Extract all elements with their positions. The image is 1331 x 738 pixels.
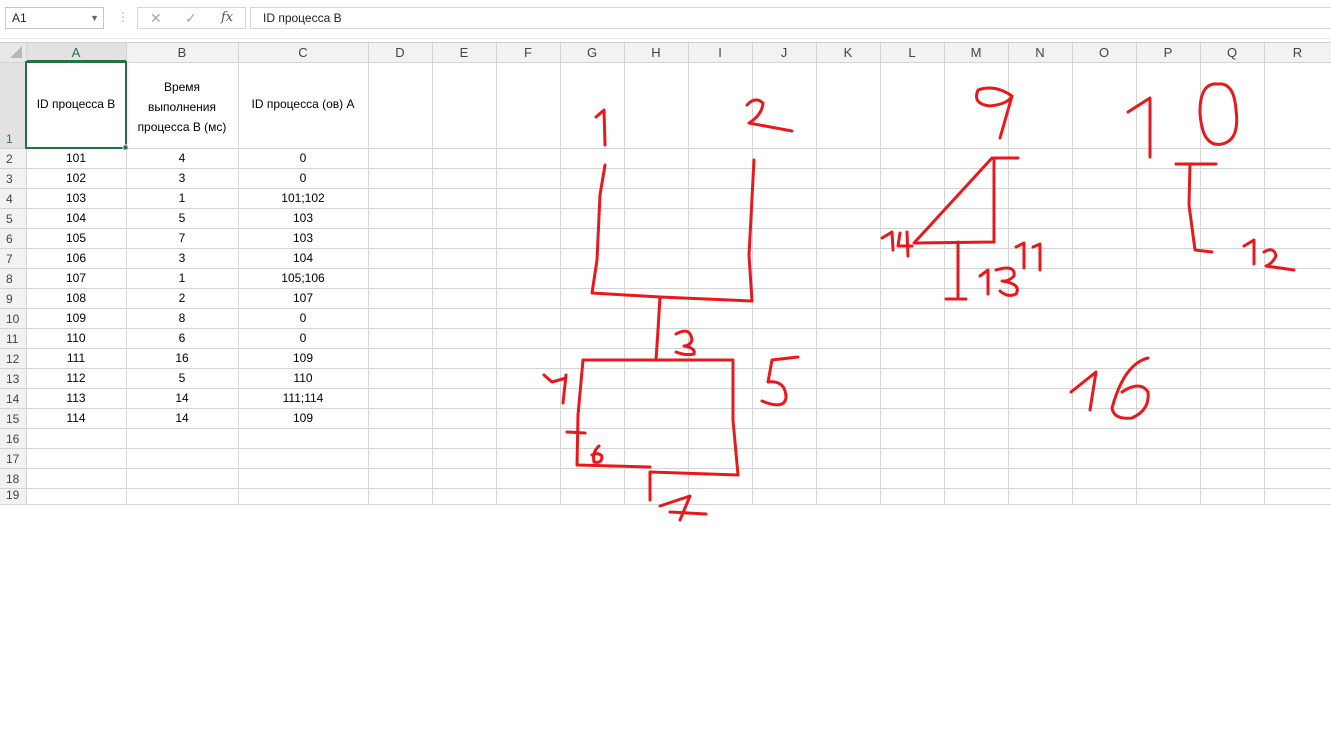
row-header-16[interactable]: 16 (0, 432, 22, 446)
table-cell[interactable]: 110 (238, 371, 368, 385)
row-header-12[interactable]: 12 (0, 352, 22, 366)
column-header-o[interactable]: O (1072, 45, 1136, 60)
column-header-l[interactable]: L (880, 45, 944, 60)
row-header-10[interactable]: 10 (0, 312, 22, 326)
table-cell[interactable]: 112 (26, 371, 126, 385)
table-cell[interactable]: 109 (238, 351, 368, 365)
cell-b1[interactable]: Время выполнения процесса B (мс) (130, 77, 234, 137)
table-cell[interactable]: 106 (26, 251, 126, 265)
column-header-m[interactable]: M (944, 45, 1008, 60)
row-header-17[interactable]: 17 (0, 452, 22, 466)
select-all-corner[interactable] (0, 42, 26, 62)
column-header-a[interactable]: A (26, 45, 126, 60)
table-cell[interactable]: 1 (126, 271, 238, 285)
row-header-3[interactable]: 3 (0, 172, 22, 186)
row-header-4[interactable]: 4 (0, 192, 22, 206)
table-cell[interactable]: 103 (238, 231, 368, 245)
table-cell[interactable]: 0 (238, 311, 368, 325)
row-header-6[interactable]: 6 (0, 232, 22, 246)
column-header-d[interactable]: D (368, 45, 432, 60)
table-cell[interactable]: 1 (126, 191, 238, 205)
cell-c1[interactable]: ID процесса (ов) A (238, 97, 368, 111)
table-cell[interactable]: 14 (126, 411, 238, 425)
column-header-b[interactable]: B (126, 45, 238, 60)
table-cell[interactable]: 105 (26, 231, 126, 245)
table-cell[interactable]: 7 (126, 231, 238, 245)
table-cell[interactable]: 102 (26, 171, 126, 185)
column-header-r[interactable]: R (1264, 45, 1331, 60)
table-cell[interactable]: 0 (238, 331, 368, 345)
row-header-19[interactable]: 19 (0, 488, 22, 502)
row-header-1[interactable]: 1 (0, 132, 22, 146)
table-cell[interactable]: 3 (126, 171, 238, 185)
table-cell[interactable]: 5 (126, 371, 238, 385)
table-cell[interactable]: 107 (238, 291, 368, 305)
row-header-11[interactable]: 11 (0, 332, 22, 346)
table-cell[interactable]: 113 (26, 391, 126, 405)
table-cell[interactable]: 103 (26, 191, 126, 205)
table-cell[interactable]: 108 (26, 291, 126, 305)
column-header-c[interactable]: C (238, 45, 368, 60)
column-header-p[interactable]: P (1136, 45, 1200, 60)
table-cell[interactable]: 6 (126, 331, 238, 345)
row-header-7[interactable]: 7 (0, 252, 22, 266)
table-cell[interactable]: 104 (238, 251, 368, 265)
column-header-h[interactable]: H (624, 45, 688, 60)
column-header-g[interactable]: G (560, 45, 624, 60)
table-cell[interactable]: 103 (238, 211, 368, 225)
column-header-j[interactable]: J (752, 45, 816, 60)
table-cell[interactable]: 2 (126, 291, 238, 305)
table-cell[interactable]: 107 (26, 271, 126, 285)
table-cell[interactable]: 4 (126, 151, 238, 165)
table-cell[interactable]: 114 (26, 411, 126, 425)
column-header-q[interactable]: Q (1200, 45, 1264, 60)
fill-handle[interactable] (122, 144, 129, 151)
table-cell[interactable]: 14 (126, 391, 238, 405)
row-header-9[interactable]: 9 (0, 292, 22, 306)
table-cell[interactable]: 101;102 (238, 191, 368, 205)
cell-a1[interactable]: ID процесса B (26, 97, 126, 111)
table-cell[interactable]: 105;106 (238, 271, 368, 285)
column-header-e[interactable]: E (432, 45, 496, 60)
table-cell[interactable]: 5 (126, 211, 238, 225)
row-header-15[interactable]: 15 (0, 412, 22, 426)
table-cell[interactable]: 0 (238, 171, 368, 185)
column-header-k[interactable]: K (816, 45, 880, 60)
column-header-f[interactable]: F (496, 45, 560, 60)
table-cell[interactable]: 101 (26, 151, 126, 165)
table-cell[interactable]: 111 (26, 351, 126, 365)
column-header-i[interactable]: I (688, 45, 752, 60)
table-cell[interactable]: 111;114 (238, 391, 368, 405)
table-cell[interactable]: 109 (26, 311, 126, 325)
table-cell[interactable]: 0 (238, 151, 368, 165)
table-cell[interactable]: 109 (238, 411, 368, 425)
table-cell[interactable]: 110 (26, 331, 126, 345)
row-header-13[interactable]: 13 (0, 372, 22, 386)
row-header-2[interactable]: 2 (0, 152, 22, 166)
table-cell[interactable]: 3 (126, 251, 238, 265)
table-cell[interactable]: 8 (126, 311, 238, 325)
table-cell[interactable]: 16 (126, 351, 238, 365)
row-header-5[interactable]: 5 (0, 212, 22, 226)
row-header-18[interactable]: 18 (0, 472, 22, 486)
table-cell[interactable]: 104 (26, 211, 126, 225)
row-header-14[interactable]: 14 (0, 392, 22, 406)
column-header-n[interactable]: N (1008, 45, 1072, 60)
row-header-8[interactable]: 8 (0, 272, 22, 286)
